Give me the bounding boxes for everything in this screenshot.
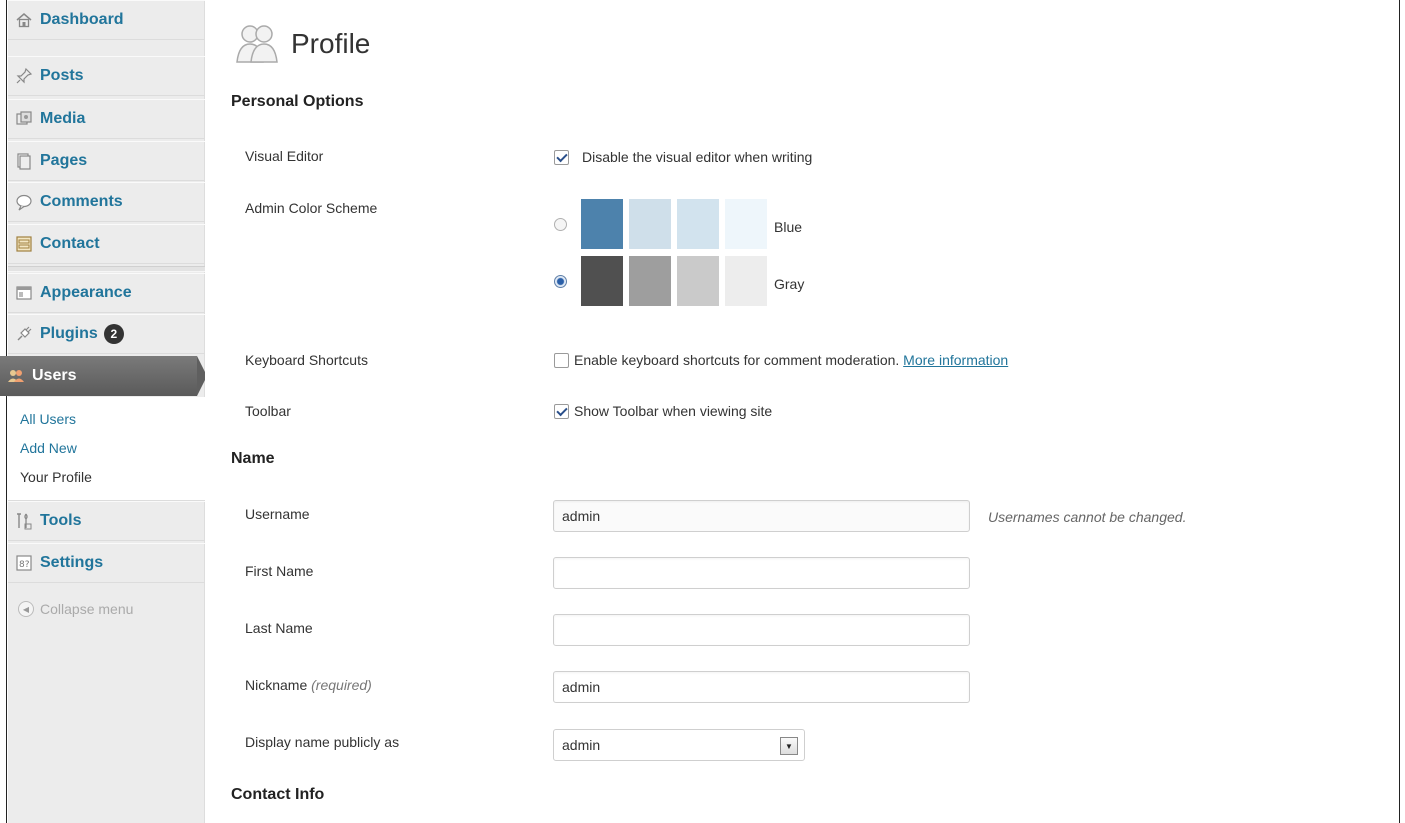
- scheme-blue-name: Blue: [774, 219, 803, 235]
- scheme-blue-radio[interactable]: [554, 218, 567, 231]
- sidebar-item-label: Contact: [40, 235, 100, 252]
- nickname-input[interactable]: [553, 671, 970, 703]
- sidebar-item-label: Comments: [40, 193, 123, 210]
- sidebar-item-users-bar: Users: [0, 356, 197, 396]
- submenu-your-profile[interactable]: Your Profile: [20, 469, 92, 485]
- blue-swatch-3: [677, 199, 719, 249]
- appearance-icon: [14, 283, 34, 303]
- gray-swatch-1: [581, 256, 623, 306]
- comment-bubble-icon: [14, 192, 34, 212]
- keyboard-shortcuts-label: Keyboard Shortcuts: [245, 352, 368, 368]
- gray-swatch-2: [629, 256, 671, 306]
- display-name-select[interactable]: admin ▼: [553, 729, 805, 761]
- username-input[interactable]: [553, 500, 970, 532]
- nickname-label-text: Nickname: [245, 677, 308, 693]
- pushpin-icon: [14, 66, 34, 86]
- toolbar-label: Toolbar: [245, 403, 291, 419]
- frame-left-border: [0, 0, 7, 823]
- chevron-down-icon[interactable]: ▼: [780, 737, 798, 755]
- blue-swatch-4: [725, 199, 767, 249]
- sidebar-item-label: Posts: [40, 67, 84, 84]
- sidebar-item-contact[interactable]: Contact: [8, 224, 205, 264]
- sidebar-item-label: Appearance: [40, 284, 132, 301]
- collapse-menu-label: Collapse menu: [40, 601, 134, 617]
- display-name-selected: admin: [562, 737, 601, 753]
- sidebar-item-tools[interactable]: Tools: [8, 501, 205, 541]
- collapse-arrow-icon: ◀: [18, 601, 34, 617]
- scheme-gray-radio[interactable]: [554, 275, 567, 288]
- page-title: Profile: [291, 28, 371, 59]
- visual-editor-checkbox[interactable]: [554, 150, 569, 165]
- sidebar-item-appearance[interactable]: Appearance: [8, 273, 205, 313]
- collapse-menu-button[interactable]: ◀ Collapse menu: [8, 593, 205, 625]
- keyboard-shortcuts-checkbox[interactable]: [554, 353, 569, 368]
- display-name-label: Display name publicly as: [245, 734, 400, 750]
- sidebar-item-label: Plugins: [40, 325, 98, 342]
- personal-options-heading: Personal Options: [231, 93, 364, 110]
- first-name-label: First Name: [245, 563, 314, 579]
- sidebar-item-users[interactable]: Users: [0, 356, 207, 396]
- sidebar-item-pages[interactable]: Pages: [8, 141, 205, 181]
- sidebar-item-settings[interactable]: 8? Settings: [8, 543, 205, 583]
- settings-icon: 8?: [14, 553, 34, 573]
- nickname-required-note: (required): [311, 677, 372, 693]
- color-scheme-label: Admin Color Scheme: [245, 200, 378, 216]
- visual-editor-option-text: Disable the visual editor when writing: [582, 149, 813, 165]
- window-frame: Dashboard Posts Media Pages Comments Con…: [0, 0, 1405, 823]
- svg-text:8?: 8?: [19, 560, 30, 570]
- frame-right-border: [1399, 0, 1405, 823]
- visual-editor-label: Visual Editor: [245, 148, 324, 164]
- toolbar-option-text: Show Toolbar when viewing site: [574, 403, 773, 419]
- keyboard-shortcuts-option: Enable keyboard shortcuts for comment mo…: [574, 352, 1008, 368]
- tools-icon: [14, 511, 34, 531]
- submenu-all-users[interactable]: All Users: [20, 411, 76, 427]
- main-content: Profile Personal Options Visual Editor D…: [205, 0, 1399, 823]
- nickname-label: Nickname (required): [245, 677, 372, 693]
- submenu-add-new[interactable]: Add New: [20, 440, 77, 456]
- sidebar-item-label: Tools: [40, 512, 82, 529]
- gray-swatch-3: [677, 256, 719, 306]
- sidebar-item-plugins[interactable]: Plugins 2: [8, 314, 205, 354]
- home-icon: [14, 10, 34, 30]
- more-information-link[interactable]: More information: [903, 352, 1008, 368]
- sidebar-item-media[interactable]: Media: [8, 99, 205, 139]
- toolbar-checkbox[interactable]: [554, 404, 569, 419]
- media-icon: [14, 109, 34, 129]
- contact-form-icon: [14, 234, 34, 254]
- menu-separator: [8, 266, 205, 272]
- plug-icon: [14, 324, 34, 344]
- blue-swatch-2: [629, 199, 671, 249]
- users-submenu: All Users Add New Your Profile: [8, 397, 205, 501]
- sidebar-item-comments[interactable]: Comments: [8, 182, 205, 222]
- users-icon: [6, 366, 26, 386]
- last-name-label: Last Name: [245, 620, 313, 636]
- scheme-gray-name: Gray: [774, 276, 805, 292]
- sidebar-item-label: Pages: [40, 152, 88, 169]
- first-name-input[interactable]: [553, 557, 970, 589]
- contact-info-heading: Contact Info: [231, 786, 325, 803]
- username-hint: Usernames cannot be changed.: [988, 509, 1187, 525]
- username-label: Username: [245, 506, 310, 522]
- keyboard-shortcuts-text: Enable keyboard shortcuts for comment mo…: [574, 352, 900, 368]
- sidebar-item-label: Dashboard: [40, 11, 124, 28]
- plugins-update-badge: 2: [103, 324, 124, 344]
- blue-swatch-1: [581, 199, 623, 249]
- name-heading: Name: [231, 450, 275, 467]
- last-name-input[interactable]: [553, 614, 970, 646]
- sidebar-item-label: Media: [40, 110, 86, 127]
- pages-icon: [14, 151, 34, 171]
- sidebar-item-label: Users: [32, 367, 77, 384]
- gray-swatch-4: [725, 256, 767, 306]
- sidebar-item-label: Settings: [40, 554, 104, 571]
- sidebar-item-posts[interactable]: Posts: [8, 56, 205, 96]
- sidebar-item-dashboard[interactable]: Dashboard: [8, 0, 205, 40]
- page-header: Profile: [233, 22, 370, 66]
- users-profile-icon: [233, 22, 281, 66]
